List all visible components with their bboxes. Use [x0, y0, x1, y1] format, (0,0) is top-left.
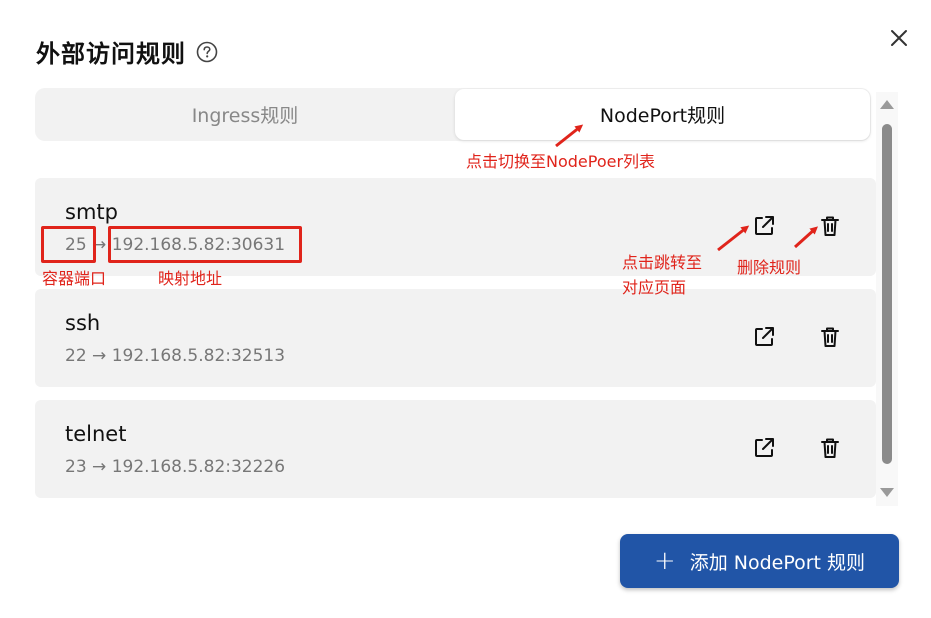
scroll-down-arrow-icon[interactable] [880, 488, 894, 497]
annotation-mapped-address: 映射地址 [158, 269, 223, 288]
arrow-icon: → [92, 457, 107, 477]
trash-icon [821, 438, 839, 458]
close-icon [891, 30, 907, 46]
arrow-icon: → [92, 346, 107, 366]
annotation-container-port: 容器端口 [42, 269, 107, 288]
tab-ingress[interactable]: Ingress规则 [35, 88, 455, 141]
tab-nodeport[interactable]: NodePort规则 [455, 89, 870, 140]
plus-icon: + [653, 546, 676, 576]
delete-rule-button[interactable] [818, 436, 842, 460]
open-link-button[interactable] [752, 325, 776, 349]
external-access-dialog: 外部访问规则 Ingress规则 NodePort规则 smtp 25 → 19… [0, 0, 931, 618]
external-link-icon [755, 216, 774, 235]
rule-name: ssh [65, 311, 101, 335]
annotation-jump-line1: 点击跳转至 [622, 253, 703, 272]
vertical-scrollbar[interactable] [876, 92, 898, 506]
open-link-button[interactable] [752, 436, 776, 460]
external-link-icon [755, 438, 774, 457]
annotation-jump-line2: 对应页面 [622, 278, 687, 297]
trash-icon [821, 327, 839, 347]
scroll-up-arrow-icon[interactable] [880, 100, 894, 109]
rule-mapping: 23 → 192.168.5.82:32226 [65, 457, 285, 477]
question-circle-icon[interactable] [196, 41, 218, 63]
rule-name: telnet [65, 422, 127, 446]
delete-rule-button[interactable] [818, 325, 842, 349]
scroll-thumb[interactable] [882, 124, 892, 464]
annotation-box-address [108, 226, 302, 263]
mapped-address: 192.168.5.82:32513 [111, 346, 286, 366]
annotation-switch-tab: 点击切换至NodePoer列表 [466, 152, 656, 171]
container-port: 23 [65, 457, 87, 477]
rule-row: ssh 22 → 192.168.5.82:32513 [35, 289, 876, 387]
rule-mapping: 22 → 192.168.5.82:32513 [65, 346, 285, 366]
external-link-icon [755, 327, 774, 346]
trash-icon [821, 216, 839, 236]
dialog-header: 外部访问规则 [36, 34, 218, 69]
delete-rule-button[interactable] [818, 214, 842, 238]
annotation-box-port [41, 226, 96, 263]
close-button[interactable] [887, 26, 911, 50]
rule-name: smtp [65, 200, 118, 224]
rule-type-tabs: Ingress规则 NodePort规则 [35, 88, 871, 141]
add-nodeport-rule-button[interactable]: + 添加 NodePort 规则 [620, 534, 899, 588]
container-port: 22 [65, 346, 87, 366]
open-link-button[interactable] [752, 214, 776, 238]
mapped-address: 192.168.5.82:32226 [111, 457, 286, 477]
add-button-label: 添加 NodePort 规则 [689, 551, 866, 574]
annotation-delete-rule: 删除规则 [737, 258, 802, 277]
dialog-title: 外部访问规则 [36, 40, 186, 68]
rule-row: telnet 23 → 192.168.5.82:32226 [35, 400, 876, 498]
